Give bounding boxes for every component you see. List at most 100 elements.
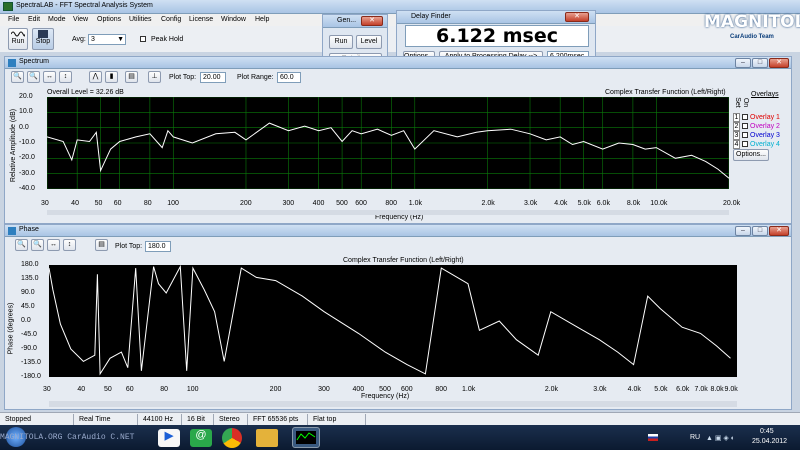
spectralab-task-icon[interactable] [292,427,320,448]
menu-item-mode[interactable]: Mode [48,16,66,23]
y-tick-label: -20.0 [19,154,35,162]
overlay-label: Overlay 1 [750,114,780,121]
overlay-options-button[interactable]: Options... [733,149,769,161]
x-tick-label: 80 [143,200,152,207]
language-indicator[interactable]: RU [690,434,700,441]
x-tick-label: 600 [355,200,367,207]
email-icon[interactable]: @ [190,429,212,447]
overlay-set-button[interactable]: 1 [733,113,740,122]
maximize-icon[interactable]: □ [752,58,768,68]
x-tick-label: 400 [352,386,365,393]
phase-chart [49,265,731,376]
x-tick-label: 2.0k [481,200,495,207]
logo-text: MAGNITOLA [704,12,800,32]
spectrum-window: Spectrum – □ ✕ 🔍 🔍 ↔ ↕ ⋀ ▮ ▤ ⊥ Plot Top:… [4,56,792,224]
phase-plot-area[interactable] [49,265,737,377]
close-icon[interactable]: ✕ [565,12,589,22]
spectrum-xlabel: Frequency (Hz) [375,214,424,221]
menu-item-utilities[interactable]: Utilities [129,16,152,23]
menu-item-options[interactable]: Options [97,16,121,23]
overlay-row: 3 Overlay 3 [733,131,780,140]
y-tick-label: -30.0 [19,169,35,177]
clock-date[interactable]: 25.04.2012 [752,438,787,445]
minimize-icon[interactable]: – [735,226,751,236]
flag-icon[interactable] [648,434,658,441]
overlay-label: Overlay 3 [750,132,780,139]
overlay-checkbox[interactable] [742,132,748,139]
zoom-out-icon[interactable]: 🔍 [31,239,44,251]
zoom-out-icon[interactable]: 🔍 [27,71,40,83]
close-icon[interactable]: ✕ [361,16,383,26]
menu-item-help[interactable]: Help [255,16,269,23]
menu-item-file[interactable]: File [8,16,19,23]
overlay-checkbox[interactable] [742,123,748,130]
menu-item-window[interactable]: Window [221,16,246,23]
overlay-set-button[interactable]: 2 [733,122,740,131]
x-tick-label: 5.0k [577,200,591,207]
menu-item-view[interactable]: View [73,16,88,23]
x-tick-label: 800 [385,200,398,207]
x-tick-label: 3.0k [593,386,607,393]
gen-level-button[interactable]: Level [356,35,382,49]
avg-label: Avg: [72,36,86,43]
zoom-x-icon[interactable]: ↔ [47,239,60,251]
phase-ylabel: Phase (degrees) [7,302,15,355]
spectrum-plot-area[interactable] [47,97,729,189]
phase-scrollbar[interactable] [49,401,737,407]
run-button[interactable]: Run [8,28,28,50]
tray-icons[interactable]: ▲ ▣ ◈ ◐ [706,434,735,442]
x-tick-label: 50 [94,200,103,207]
x-tick-label: 2.0k [544,386,559,393]
file-manager-icon[interactable] [256,429,278,447]
chrome-icon[interactable] [222,428,242,448]
print-icon[interactable]: ⊥ [148,71,161,83]
overlay-set-button[interactable]: 4 [733,140,740,149]
x-tick-label: 100 [167,200,179,207]
close-icon[interactable]: ✕ [769,226,789,236]
spectrum-plot-top-input[interactable]: 20.00 [200,72,226,83]
maximize-icon[interactable]: □ [752,226,768,236]
x-tick-label: 60 [113,200,122,207]
gen-run-button[interactable]: Run [329,35,353,49]
overlay-set-button[interactable]: 3 [733,131,740,140]
bar-view-icon[interactable]: ▮ [105,71,118,83]
zoom-in-icon[interactable]: 🔍 [15,239,28,251]
x-tick-label: 8.0k [626,200,641,207]
x-tick-label: 7.0k [694,386,708,393]
table-view-icon[interactable]: ▤ [95,239,108,251]
clock-time[interactable]: 0:45 [760,428,774,435]
overlay-checkbox[interactable] [742,141,748,148]
x-tick-label: 200 [269,386,282,393]
taskbar: MAGNITOLA.ORG CarAudio C.NET ▶ @ RU ▲ ▣ … [0,425,800,450]
peak-hold-checkbox[interactable] [140,36,146,42]
plot-range-input[interactable]: 60.0 [277,72,301,83]
phase-window: Phase – □ ✕ 🔍 🔍 ↔ ↕ ▤ Plot Top: 180.0 Ph… [4,224,792,410]
magnitola-logo: MAGNITOLA CarAudio Team [700,8,800,46]
avg-select[interactable]: 3 ▼ [88,34,126,45]
zoom-y-icon[interactable]: ↕ [59,71,72,83]
status-bar: Stopped Real Time 44100 Hz 16 Bit Stereo FFT … [0,412,800,425]
zoom-x-icon[interactable]: ↔ [43,71,56,83]
close-icon[interactable]: ✕ [769,58,789,68]
table-view-icon[interactable]: ▤ [125,71,138,83]
taskbar-watermark: MAGNITOLA.ORG CarAudio C.NET [0,433,135,442]
menu-item-config[interactable]: Config [161,16,181,23]
app-icon [3,2,13,11]
spectrum-scrollbar[interactable] [47,210,729,215]
delay-display: 6.122 msec [405,25,589,47]
line-view-icon[interactable]: ⋀ [89,71,102,83]
x-tick-label: 400 [312,200,325,207]
overlay-checkbox[interactable] [742,114,748,121]
stop-button[interactable]: Stop [32,28,54,50]
minimize-icon[interactable]: – [735,58,751,68]
media-player-icon[interactable]: ▶ [158,429,180,447]
phase-plot-top-input[interactable]: 180.0 [145,241,171,252]
zoom-y-icon[interactable]: ↕ [63,239,76,251]
menu-item-edit[interactable]: Edit [28,16,40,23]
spectrum-plot-top-label: Plot Top: [169,74,197,81]
phase-window-icon [8,227,16,235]
status-cell: Stereo [216,414,248,425]
overlay-row: 4 Overlay 4 [733,140,780,149]
zoom-in-icon[interactable]: 🔍 [11,71,24,83]
menu-item-license[interactable]: License [189,16,213,23]
